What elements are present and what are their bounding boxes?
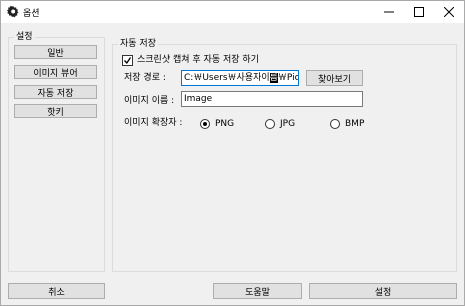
- minimize-button[interactable]: [374, 1, 404, 23]
- minimize-icon: [384, 11, 394, 13]
- window-title: 옵션: [23, 9, 40, 19]
- options-window: 옵션 설정 일반 이미지 뷰어 자동 저장 핫키 자동 저장 스크린샷 캡쳐 후…: [0, 0, 465, 306]
- sidebar-item-general[interactable]: 일반: [14, 45, 97, 59]
- image-name-text: Image: [184, 94, 213, 104]
- apply-button[interactable]: 설정: [309, 283, 457, 299]
- sidebar-item-image-viewer[interactable]: 이미지 뷰어: [14, 65, 97, 79]
- gear-icon: [7, 5, 19, 18]
- capture-autosave-checkbox[interactable]: [122, 55, 133, 66]
- close-icon: [444, 7, 454, 17]
- png-radio-label[interactable]: PNG: [215, 119, 234, 130]
- title-bar[interactable]: 옵션: [1, 1, 464, 23]
- browse-button[interactable]: 찾아보기: [306, 70, 363, 86]
- sidebar-item-hotkey[interactable]: 핫키: [14, 104, 97, 118]
- image-name-input[interactable]: Image: [181, 91, 363, 107]
- bmp-radio[interactable]: [330, 119, 340, 129]
- jpg-radio-label[interactable]: JPG: [280, 119, 295, 130]
- png-radio[interactable]: [200, 119, 210, 129]
- jpg-radio[interactable]: [265, 119, 275, 129]
- sidebar-item-label: 이미지 뷰어: [33, 68, 78, 79]
- image-name-label: 이미지 이름 :: [124, 96, 175, 106]
- apply-button-label: 설정: [374, 287, 392, 298]
- sidebar-item-autosave[interactable]: 자동 저장: [14, 85, 97, 99]
- maximize-button[interactable]: [404, 1, 434, 23]
- help-button-label: 도움말: [245, 287, 270, 298]
- save-path-selection: 름: [269, 73, 278, 83]
- cancel-button-label: 취소: [48, 287, 65, 298]
- browse-button-label: 찾아보기: [317, 74, 352, 85]
- sidebar-item-label: 핫키: [47, 107, 64, 118]
- bmp-radio-label[interactable]: BMP: [345, 119, 364, 130]
- save-path-text-end: ￦Pictures￦: [277, 73, 298, 83]
- sidebar-item-label: 일반: [47, 48, 64, 59]
- checkmark-icon: [124, 57, 132, 65]
- maximize-icon: [414, 7, 424, 17]
- close-button[interactable]: [434, 1, 464, 23]
- sidebar-item-label: 자동 저장: [37, 88, 74, 99]
- autosave-group-label: 자동 저장: [118, 39, 158, 50]
- settings-group-label: 설정: [14, 32, 35, 43]
- save-path-text: C:￦Users￦사용자이: [184, 73, 270, 83]
- help-button[interactable]: 도움말: [213, 283, 302, 299]
- save-path-label: 저장 경로 :: [124, 73, 166, 83]
- cancel-button[interactable]: 취소: [8, 283, 105, 299]
- capture-autosave-label[interactable]: 스크린샷 캡쳐 후 자동 저장 하기: [137, 55, 259, 66]
- image-extension-label: 이미지 확장자 :: [124, 118, 183, 128]
- save-path-input[interactable]: C:￦Users￦사용자이름￦Pictures￦: [181, 70, 299, 86]
